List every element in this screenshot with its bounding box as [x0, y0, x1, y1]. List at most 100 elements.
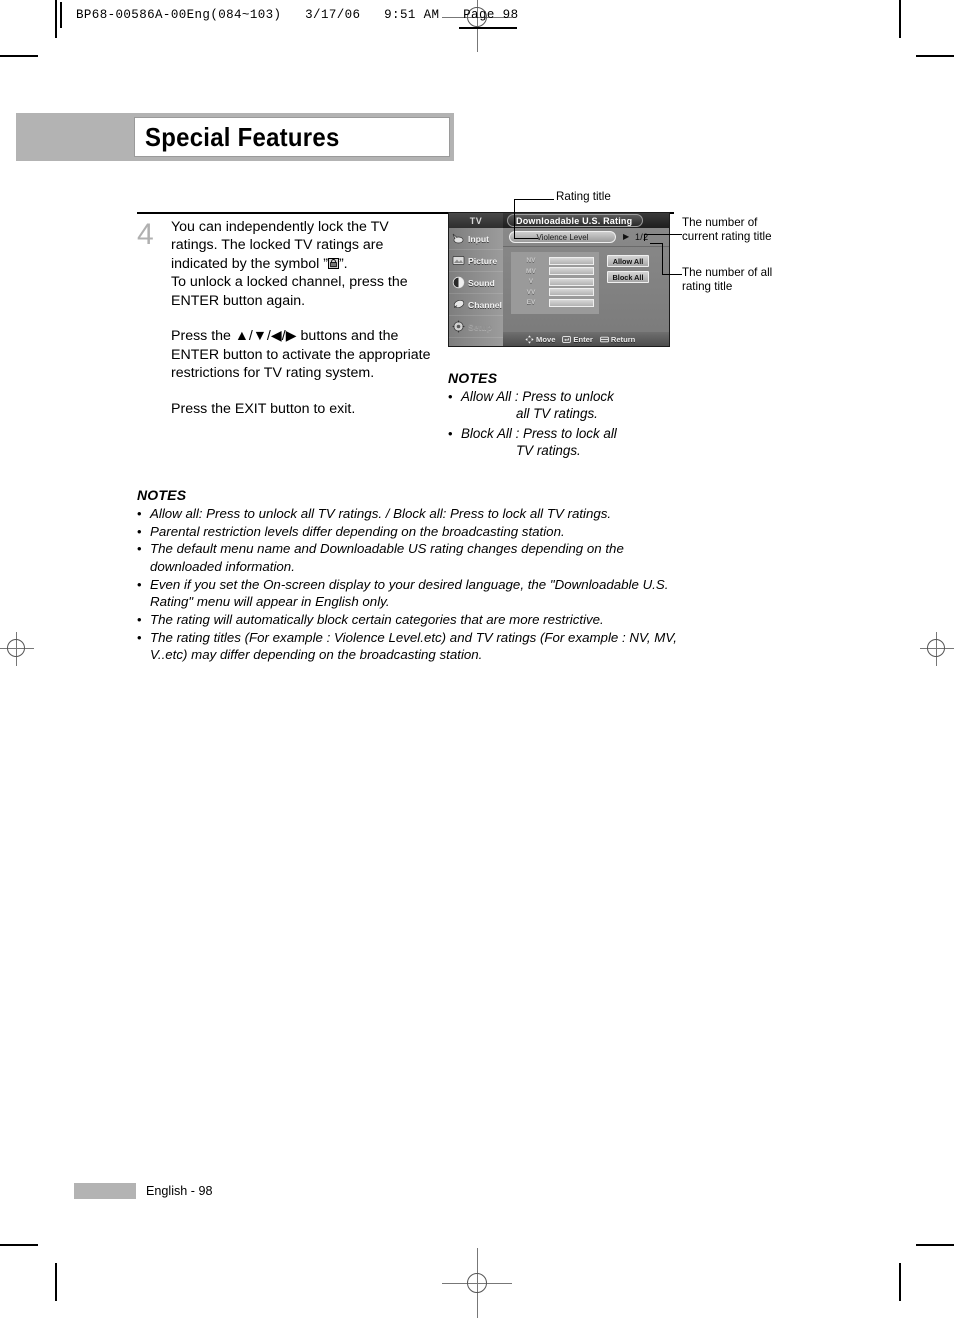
step-body: You can independently lock the TV rating…	[171, 218, 447, 418]
page-title: Special Features	[145, 121, 340, 152]
bullet-icon: •	[448, 389, 453, 404]
tv-osd-menu: TV Input Picture Sound Channel Setup Dow…	[448, 212, 670, 347]
sidebar-item-channel[interactable]: Channel	[449, 294, 503, 316]
page-title-banner: Special Features	[16, 113, 454, 161]
rating-title-field[interactable]: Violence Level	[509, 231, 616, 243]
callout-current-number-text: The number of current rating title	[682, 216, 772, 244]
footer-enter-label: Enter	[573, 334, 593, 344]
ratings-list: NV MV V VV EV	[511, 252, 599, 314]
crop-mark-top-right-horizontal	[916, 55, 954, 57]
step-p1-line4: To unlock a locked channel, press the	[171, 274, 408, 291]
allow-all-button[interactable]: Allow All	[607, 255, 649, 267]
notes-main: NOTES • Allow all: Press to unlock all T…	[137, 487, 682, 664]
bullet-icon: •	[137, 523, 142, 539]
tv-menu-content: NV MV V VV EV Allow All Block All	[503, 247, 669, 332]
rating-label-vv: VV	[526, 288, 536, 296]
bullet-icon: •	[448, 425, 453, 441]
step-paragraph-2: Press the ▲/▼/◀/▶ buttons and the ENTER …	[171, 328, 431, 382]
footer-return-label: Return	[610, 334, 636, 344]
notes-main-item-text: Allow all: Press to unlock all TV rating…	[150, 506, 612, 521]
rating-row-ev[interactable]: EV	[511, 298, 599, 307]
notes-right-item-allow: • Allow All : Press to unlock all TV rat…	[448, 388, 688, 423]
bullet-icon: •	[137, 541, 142, 557]
step-paragraph-1: You can independently lock the TV rating…	[171, 218, 447, 310]
crop-mark-top-left-vertical	[55, 0, 57, 38]
sidebar-item-sound[interactable]: Sound	[449, 272, 503, 294]
callout-rating-title-leader-v	[514, 199, 515, 238]
print-header-rule	[60, 2, 62, 28]
step-4: 4 You can independently lock the TV rati…	[137, 218, 447, 418]
registration-mark-left	[0, 632, 34, 666]
rating-label-nv: NV	[526, 257, 536, 264]
bullet-icon: •	[137, 612, 142, 628]
step-p1-line2: ratings. The locked TV ratings are	[171, 237, 384, 254]
bullet-icon: •	[137, 629, 142, 645]
picture-icon	[452, 254, 465, 267]
notes-main-heading: NOTES	[137, 487, 187, 503]
next-rating-arrow-icon[interactable]: ▶	[623, 233, 629, 241]
rating-row-mv[interactable]: MV	[511, 267, 599, 276]
block-all-button[interactable]: Block All	[607, 271, 649, 283]
sidebar-item-picture[interactable]: Picture	[449, 250, 503, 272]
rating-row-vv[interactable]: VV	[511, 288, 599, 297]
notes-right-item-block-text: Block All : Press to lock all TV ratings…	[461, 425, 617, 460]
sound-icon	[452, 276, 465, 289]
notes-right-allow-line1: Allow All : Press to unlock	[461, 389, 614, 404]
footer-move[interactable]: Move	[525, 335, 555, 344]
print-header-underline	[459, 27, 517, 29]
notes-right-block-line1: Block All : Press to lock all	[461, 425, 617, 441]
sidebar-item-setup[interactable]: Setup	[449, 316, 503, 338]
callout-rating-title-leader-h	[514, 199, 554, 200]
notes-right-block-line2: TV ratings.	[516, 443, 581, 459]
notes-right-allow-line2: all TV ratings.	[516, 406, 598, 422]
sidebar-item-input-label: Input	[468, 233, 489, 244]
tv-menu-footer: Move Enter Return	[503, 332, 669, 346]
registration-mark-bottom	[442, 1248, 512, 1318]
callout-all-leader-v	[662, 243, 663, 275]
footer-enter[interactable]: Enter	[562, 334, 593, 344]
rating-slot-ev[interactable]	[549, 298, 594, 307]
rating-slot-nv[interactable]	[549, 256, 594, 265]
tv-menu-titlebar: Downloadable U.S. Rating	[503, 213, 669, 228]
notes-main-item-text: The rating will automatically block cert…	[150, 612, 604, 628]
input-icon	[452, 232, 465, 245]
notes-main-item-text: The rating titles (For example : Violenc…	[150, 629, 677, 663]
enter-icon	[562, 335, 572, 344]
setup-icon	[452, 320, 465, 333]
rating-label-ev: EV	[526, 299, 536, 306]
channel-icon	[452, 298, 465, 311]
rating-page-counter: 1/2	[635, 232, 649, 242]
rating-slot-mv[interactable]	[549, 267, 594, 275]
notes-main-item: • The default menu name and Downloadable…	[137, 540, 682, 575]
notes-right: NOTES • Allow All : Press to unlock all …	[448, 370, 688, 460]
callout-all-leader-h2	[650, 243, 662, 244]
crop-mark-top-left-horizontal	[0, 55, 38, 57]
page-footer-block	[74, 1183, 136, 1199]
rating-label-mv: MV	[526, 267, 536, 275]
sidebar-item-input[interactable]: Input	[449, 228, 503, 250]
notes-main-item: • Allow all: Press to unlock all TV rati…	[137, 505, 682, 523]
lock-icon	[327, 257, 339, 269]
registration-mark-right	[920, 632, 954, 666]
rating-row-v[interactable]: V	[511, 277, 599, 286]
crop-mark-bottom-right-vertical	[899, 1263, 901, 1301]
step-p1-line5: ENTER button again.	[171, 292, 306, 309]
footer-return[interactable]: Return	[599, 334, 636, 344]
print-header: BP68-00586A-00Eng(084~103) 3/17/06 9:51 …	[60, 2, 518, 28]
dpad-icon	[525, 334, 534, 344]
sidebar-item-picture-label: Picture	[468, 255, 498, 266]
page-footer-label: English - 98	[146, 1184, 213, 1198]
callout-rating-title-leader-h2	[514, 238, 538, 239]
notes-main-item: • The rating titles (For example : Viole…	[137, 629, 682, 664]
rating-row-nv[interactable]: NV	[511, 256, 599, 265]
crop-mark-top-right-vertical	[899, 0, 901, 38]
rating-slot-vv[interactable]	[549, 288, 594, 296]
callout-rating-title: Rating title	[556, 190, 611, 203]
callout-all-number: The number of all rating title	[682, 266, 782, 294]
notes-main-item-text: Parental restriction levels differ depen…	[150, 523, 565, 539]
rating-slot-v[interactable]	[549, 277, 594, 286]
sidebar-item-channel-label: Channel	[468, 299, 502, 310]
bullet-icon: •	[137, 506, 142, 521]
footer-move-label: Move	[536, 334, 556, 344]
crop-mark-bottom-left-horizontal	[0, 1244, 38, 1246]
